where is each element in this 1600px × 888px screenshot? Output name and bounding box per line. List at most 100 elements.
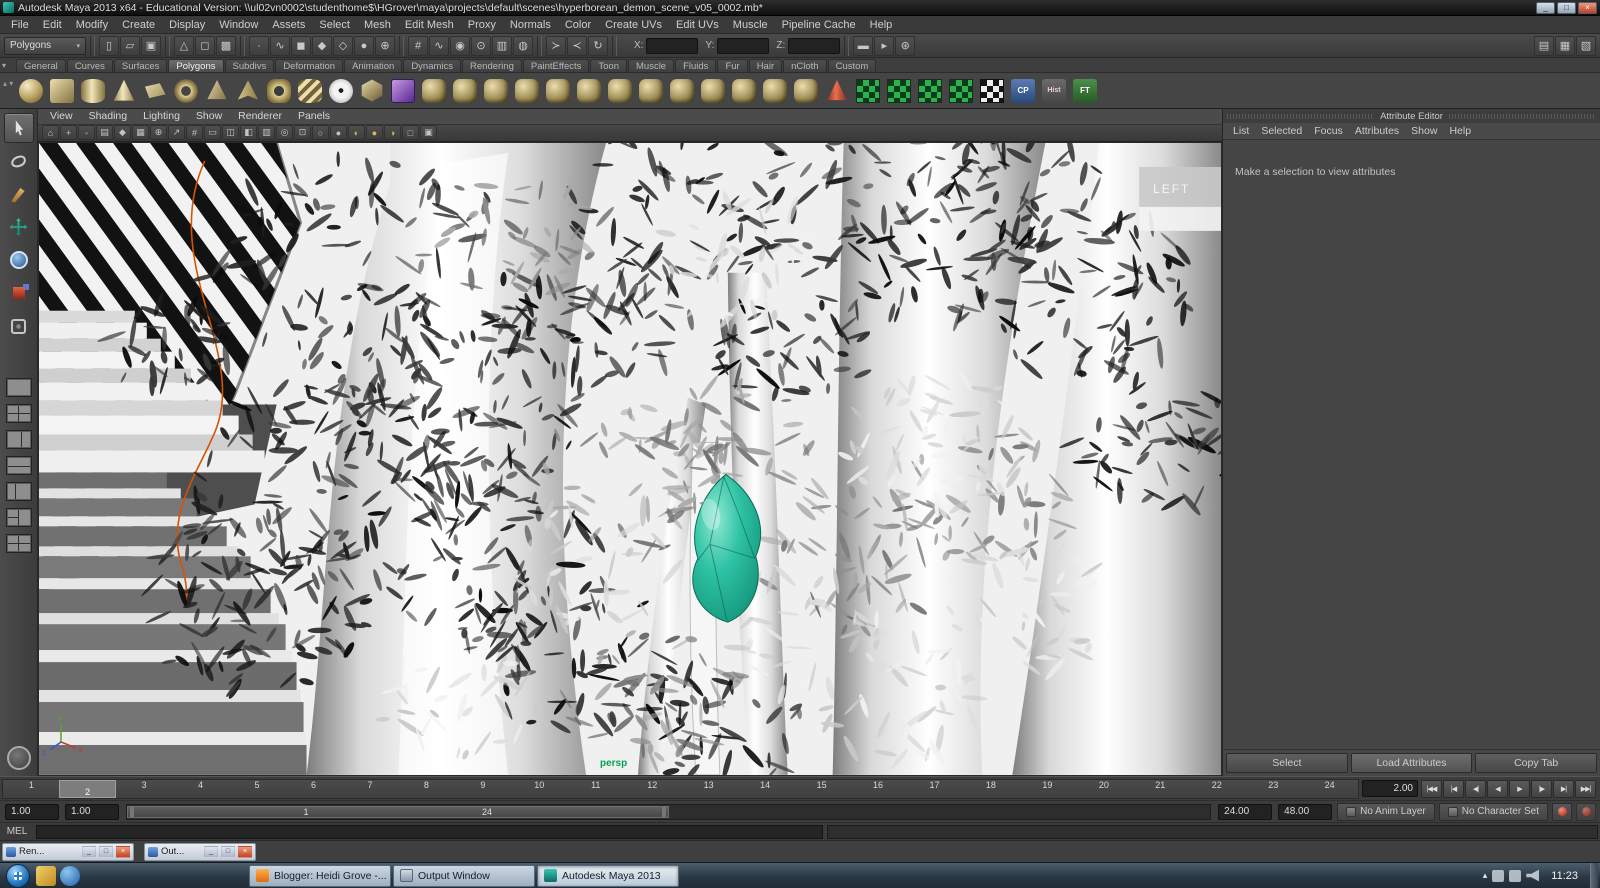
poly-platonic-icon[interactable]	[357, 76, 387, 106]
extract-icon[interactable]	[481, 76, 511, 106]
close-button[interactable]: ×	[1578, 1, 1597, 14]
quick-launch-explorer-icon[interactable]	[36, 865, 56, 886]
volume-icon[interactable]	[1526, 869, 1540, 882]
poly-cylinder-icon[interactable]	[78, 76, 108, 106]
show-desktop-button[interactable]	[1590, 862, 1598, 888]
field-chart-icon[interactable]: ▥	[258, 125, 275, 141]
reduce-icon[interactable]	[605, 76, 635, 106]
viewport-menu-item[interactable]: Show	[188, 110, 230, 122]
minimize-button[interactable]: _	[82, 845, 96, 858]
menu-item[interactable]: Mesh	[357, 19, 398, 31]
play-forwards-button[interactable]: ▶	[1509, 779, 1530, 798]
viewport-menu-item[interactable]: View	[42, 110, 81, 122]
show-channel-box-icon[interactable]: ▧	[1576, 35, 1596, 56]
toolbox-bottom-icon[interactable]	[6, 746, 31, 770]
shelf-tab[interactable]: Polygons	[168, 59, 224, 72]
grid-icon[interactable]: #	[186, 125, 203, 141]
menu-item[interactable]: Pipeline Cache	[775, 19, 863, 31]
minimized-window[interactable]: Out... _ □ ×	[144, 842, 256, 861]
snap-grid-icon[interactable]: #	[408, 35, 428, 56]
open-scene-icon[interactable]: ▱	[120, 35, 140, 56]
poly-cube-icon[interactable]	[47, 76, 77, 106]
viewport-menu-item[interactable]: Renderer	[230, 110, 290, 122]
shelf-tab[interactable]: Hair	[748, 59, 783, 72]
smooth-icon[interactable]	[574, 76, 604, 106]
anim-layer-button[interactable]: No Anim Layer	[1337, 802, 1435, 821]
render-current-frame-icon[interactable]: ▬	[853, 35, 874, 56]
isolate-select-icon[interactable]: ▣	[420, 125, 437, 141]
construction-history-icon[interactable]: ↻	[588, 35, 608, 56]
separator[interactable]	[844, 35, 850, 56]
view-compass-icon[interactable]: ⌂	[42, 125, 59, 141]
select-tool[interactable]	[3, 113, 34, 143]
animation-preferences-icon[interactable]	[1576, 802, 1596, 821]
wireframe-mode-icon[interactable]: ○	[312, 125, 329, 141]
poly-plane-icon[interactable]	[140, 76, 170, 106]
combine-icon[interactable]	[419, 76, 449, 106]
shelf-tab[interactable]: nCloth	[783, 59, 827, 72]
uv-automatic-mapping-icon[interactable]	[946, 76, 976, 106]
animation-start-field[interactable]: 1.00	[5, 803, 59, 820]
make-live-icon[interactable]: ◍	[513, 35, 533, 56]
bookmark-icon[interactable]: ◆	[114, 125, 131, 141]
attribute-editor-menu-item[interactable]: Show	[1405, 125, 1443, 137]
shelf-tab[interactable]: Fluids	[675, 59, 717, 72]
scale-tool[interactable]	[4, 278, 34, 308]
taskbar-app-button[interactable]: Autodesk Maya 2013	[537, 864, 679, 887]
menu-item[interactable]: Help	[863, 19, 900, 31]
layout-single-pane[interactable]	[5, 378, 32, 397]
viewport-menu-item[interactable]: Shading	[81, 110, 136, 122]
go-to-end-button[interactable]: ▶▶|	[1575, 779, 1596, 798]
poly-prism-icon[interactable]	[202, 76, 232, 106]
attribute-editor-button[interactable]: Select	[1226, 753, 1348, 773]
animation-end-field[interactable]: 48.00	[1278, 803, 1333, 820]
output-connections-icon[interactable]: ≺	[567, 35, 587, 56]
attribute-editor-menu-item[interactable]: Attributes	[1349, 125, 1405, 137]
coord-input[interactable]	[788, 37, 841, 54]
menu-item[interactable]: Color	[558, 19, 598, 31]
interactive-creation-icon[interactable]	[388, 76, 418, 106]
safe-action-icon[interactable]: ◎	[276, 125, 293, 141]
coord-input[interactable]	[717, 37, 770, 54]
new-scene-icon[interactable]: ▯	[99, 35, 119, 56]
mask-points-icon[interactable]: ∙	[249, 35, 269, 56]
action-center-icon[interactable]	[1492, 869, 1505, 882]
separator[interactable]	[90, 35, 95, 56]
boolean-union-icon[interactable]	[512, 76, 542, 106]
input-connections-icon[interactable]: ≻	[546, 35, 566, 56]
safe-title-icon[interactable]: ⊡	[294, 125, 311, 141]
poly-torus-icon[interactable]	[171, 76, 201, 106]
menu-item[interactable]: Create UVs	[598, 19, 669, 31]
extrude-icon[interactable]	[667, 76, 697, 106]
bevel-icon[interactable]	[760, 76, 790, 106]
grease-pencil-icon[interactable]: ↗	[168, 125, 185, 141]
shelf-tab[interactable]: PaintEffects	[522, 59, 590, 72]
pan-zoom-icon[interactable]: ⊕	[150, 125, 167, 141]
minimize-button[interactable]: _	[1536, 1, 1555, 14]
sculpt-geometry-icon[interactable]	[822, 76, 852, 106]
play-backwards-button[interactable]: ◀	[1487, 779, 1508, 798]
separator[interactable]	[537, 35, 542, 56]
shelf-tab[interactable]: Toon	[590, 59, 627, 72]
viewport-menu-item[interactable]: Lighting	[135, 110, 188, 122]
viewport-menu-item[interactable]: Panels	[290, 110, 338, 122]
snap-center-icon[interactable]: ⊙	[471, 35, 491, 56]
menu-item[interactable]: Edit Mesh	[398, 19, 461, 31]
step-back-frame-button[interactable]: ◀|	[1465, 779, 1486, 798]
move-tool[interactable]	[4, 212, 34, 242]
minimize-button[interactable]: _	[204, 845, 218, 858]
taskbar-app-button[interactable]: Blogger: Heidi Grove -...	[249, 864, 391, 887]
xray-icon[interactable]: □	[402, 125, 419, 141]
attribute-editor-header[interactable]: Attribute Editor	[1223, 109, 1600, 123]
separator[interactable]	[165, 35, 170, 56]
layout-four-pane[interactable]	[5, 404, 32, 423]
menu-item[interactable]: Select	[312, 19, 357, 31]
restore-button[interactable]: □	[221, 845, 235, 858]
render-settings-icon[interactable]: ⊛	[895, 35, 916, 56]
attribute-editor-menu-item[interactable]: List	[1227, 125, 1255, 137]
taskbar-app-button[interactable]: Output Window	[393, 864, 535, 887]
uv-cylindrical-mapping-icon[interactable]	[884, 76, 914, 106]
poly-soccer-ball-icon[interactable]	[326, 76, 356, 106]
shelf-tab[interactable]: General	[16, 59, 66, 72]
menu-item[interactable]: Edit UVs	[669, 19, 726, 31]
